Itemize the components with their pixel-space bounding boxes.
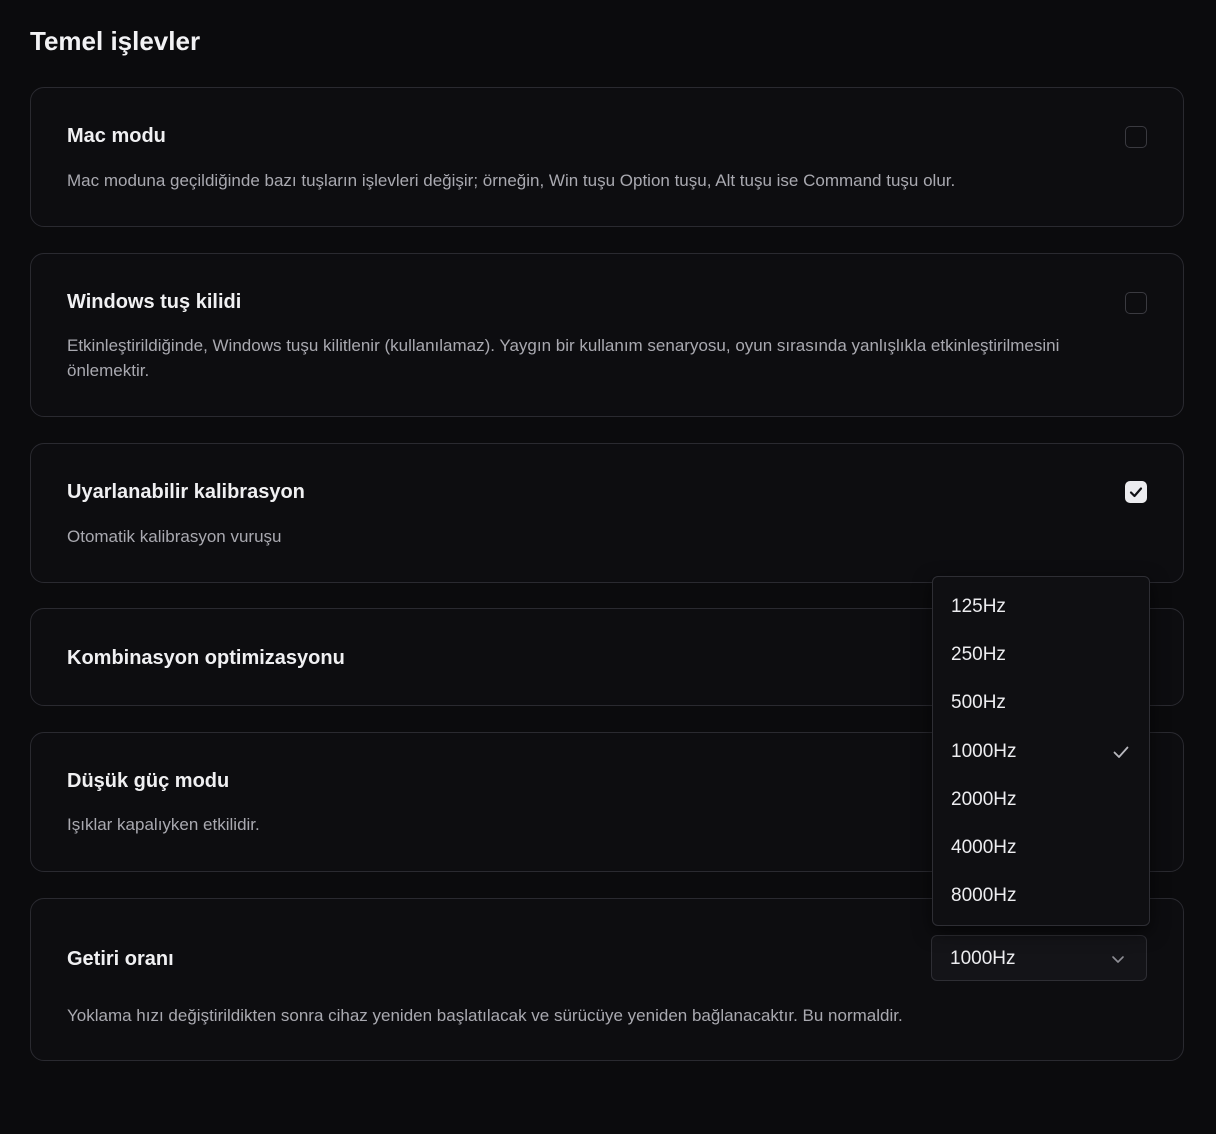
dropdown-option-2000hz[interactable]: 2000Hz [933, 776, 1149, 824]
dropdown-option-125hz[interactable]: 125Hz [933, 583, 1149, 631]
card-adaptive-calibration: Uyarlanabilir kalibrasyon Otomatik kalib… [30, 443, 1184, 583]
option-label: 1000Hz [951, 740, 1017, 762]
option-label: 4000Hz [951, 836, 1017, 858]
combo-optimization-title: Kombinasyon optimizasyonu [67, 647, 345, 669]
polling-rate-description: Yoklama hızı değiştirildikten sonra ciha… [67, 1006, 903, 1025]
option-label: 500Hz [951, 692, 1006, 714]
option-label: 250Hz [951, 644, 1006, 666]
option-label: 8000Hz [951, 885, 1017, 907]
dropdown-option-1000hz[interactable]: 1000Hz [933, 728, 1149, 776]
dropdown-option-8000hz[interactable]: 8000Hz [933, 872, 1149, 920]
low-power-title: Düşük güç modu [67, 770, 230, 792]
dropdown-option-250hz[interactable]: 250Hz [933, 631, 1149, 679]
polling-rate-title: Getiri oranı [67, 948, 174, 970]
check-icon [1113, 746, 1129, 758]
mac-mode-checkbox[interactable] [1125, 126, 1147, 148]
card-mac-mode: Mac modu Mac moduna geçildiğinde bazı tu… [30, 87, 1184, 227]
mac-mode-title: Mac modu [67, 125, 166, 147]
polling-rate-dropdown: 125Hz 250Hz 500Hz 1000Hz 2000Hz 4000Hz 8… [932, 576, 1150, 926]
option-label: 2000Hz [951, 788, 1017, 810]
polling-rate-select[interactable]: 1000Hz [931, 935, 1147, 981]
adaptive-calibration-description: Otomatik kalibrasyon vuruşu [67, 527, 282, 546]
adaptive-calibration-title: Uyarlanabilir kalibrasyon [67, 481, 305, 503]
section-title: Temel işlevler [30, 26, 201, 56]
option-label: 125Hz [951, 596, 1006, 617]
card-windows-lock: Windows tuş kilidi Etkinleştirildiğinde,… [30, 253, 1184, 417]
dropdown-option-500hz[interactable]: 500Hz [933, 679, 1149, 727]
adaptive-calibration-checkbox[interactable] [1125, 481, 1147, 503]
check-icon [1129, 487, 1143, 498]
mac-mode-description: Mac moduna geçildiğinde bazı tuşların iş… [67, 171, 956, 190]
windows-lock-checkbox[interactable] [1125, 292, 1147, 314]
windows-lock-description: Etkinleştirildiğinde, Windows tuşu kilit… [67, 336, 1060, 380]
windows-lock-title: Windows tuş kilidi [67, 291, 242, 313]
dropdown-option-4000hz[interactable]: 4000Hz [933, 824, 1149, 872]
chevron-down-icon [1112, 956, 1124, 963]
polling-rate-selected-value: 1000Hz [950, 948, 1016, 969]
